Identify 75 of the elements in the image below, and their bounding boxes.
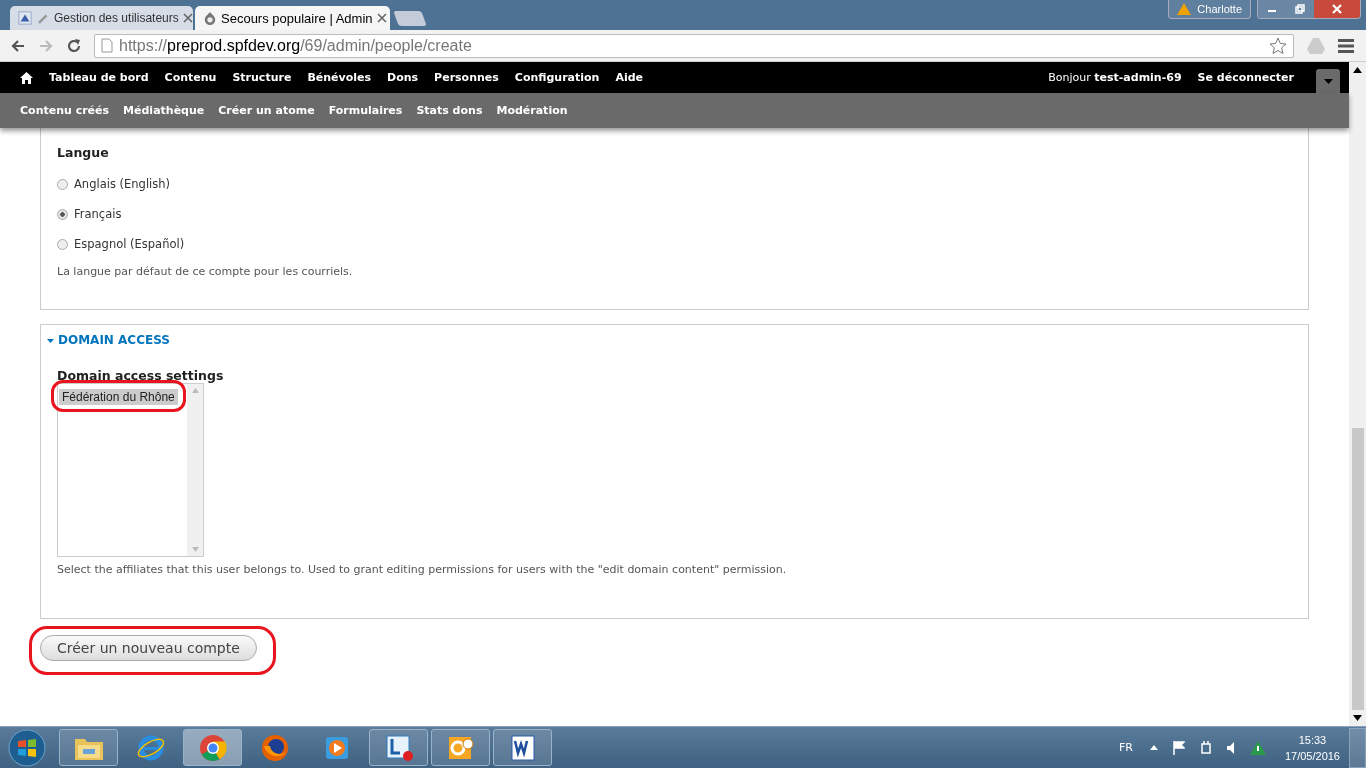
greeting-text: Bonjour test-admin-69: [1048, 71, 1182, 84]
caret-icon: [47, 336, 54, 344]
star-icon[interactable]: [1269, 36, 1287, 55]
scrollbar[interactable]: [1349, 62, 1366, 726]
menu-link[interactable]: Tableau de bord: [49, 71, 149, 84]
create-account-button[interactable]: Créer un nouveau compte: [40, 635, 257, 661]
menu-link[interactable]: Configuration: [514, 71, 600, 84]
shortcut-link[interactable]: Créer un atome: [218, 104, 315, 117]
chat-app-icon: [383, 733, 414, 762]
shortcut-link[interactable]: Médiathèque: [123, 104, 205, 117]
tab-title: Gestion des utilisateurs: [54, 11, 179, 25]
close-button[interactable]: [1314, 0, 1360, 18]
restore-icon: [1295, 4, 1305, 14]
menu-link[interactable]: Bénévoles: [307, 71, 372, 84]
radio-label[interactable]: Anglais (English): [74, 177, 171, 191]
address-field[interactable]: https://preprod.spfdev.org/69/admin/people/create: [94, 33, 1294, 58]
tab-title: Secours populaire | Admin: [221, 10, 373, 26]
logout-link[interactable]: Se déconnecter: [1197, 71, 1294, 84]
power-plug-icon[interactable]: [1199, 740, 1212, 755]
start-button[interactable]: [8, 728, 46, 767]
menu-link[interactable]: Contenu: [164, 71, 217, 84]
reload-icon[interactable]: [66, 37, 82, 54]
radio-label[interactable]: Espagnol (Español): [74, 237, 185, 251]
browser-tab[interactable]: Secours populaire | Admin: [195, 6, 390, 30]
play-icon: [323, 734, 350, 761]
taskbar-button[interactable]: [493, 729, 552, 766]
browser-icon: [198, 733, 227, 762]
field-label: Domain access settings: [57, 368, 225, 383]
shortcut-link[interactable]: Contenu créés: [20, 104, 110, 117]
flag-icon[interactable]: [1172, 740, 1185, 755]
shortcut-link[interactable]: Stats dons: [416, 104, 483, 117]
new-tab-button[interactable]: [393, 11, 427, 26]
menu-link[interactable]: Aide: [615, 71, 644, 84]
field-label: Langue: [57, 145, 110, 160]
list-option[interactable]: Fédération du Rhône: [59, 389, 178, 405]
menu-link[interactable]: Dons: [387, 71, 419, 84]
field-description: Select the affiliates that this user belongs to. Used to grant editing permissions for users with the "edit domain content" permission.: [57, 563, 788, 576]
close-icon[interactable]: [182, 13, 193, 23]
menu-icon[interactable]: [1338, 38, 1354, 53]
shortcuts-toggle[interactable]: [1316, 69, 1340, 93]
restore-button[interactable]: [1286, 0, 1314, 18]
caret-icon: [1323, 78, 1333, 84]
drive-warning-icon[interactable]: [1249, 740, 1266, 755]
speaker-icon[interactable]: [1226, 740, 1235, 755]
field-description: La langue par défaut de ce compte pour les courriels.: [57, 265, 354, 278]
shortcut-link[interactable]: Formulaires: [328, 104, 403, 117]
language-indicator[interactable]: FR: [1118, 741, 1133, 754]
taskbar-button[interactable]: [431, 729, 490, 766]
minimize-button[interactable]: [1258, 0, 1286, 18]
radio-button[interactable]: [57, 208, 68, 220]
fieldset-toggle[interactable]: DOMAIN ACCESS: [47, 333, 1292, 347]
drop-icon: [203, 11, 217, 25]
browser-tab[interactable]: Gestion des utilisateurs: [10, 6, 193, 30]
up-arrow-icon[interactable]: [1353, 67, 1362, 73]
taskbar-button[interactable]: [59, 729, 118, 766]
close-icon: [1331, 4, 1343, 14]
home-icon[interactable]: [20, 71, 33, 84]
menu-link[interactable]: Personnes: [434, 71, 499, 84]
browser-icon: [135, 733, 166, 762]
back-icon[interactable]: [10, 37, 26, 54]
shortcut-link[interactable]: Modération: [496, 104, 568, 117]
caret-icon[interactable]: [1149, 745, 1158, 750]
menu-link[interactable]: Structure: [232, 71, 292, 84]
page-icon: [101, 38, 113, 53]
radio-button[interactable]: [57, 238, 68, 250]
down-arrow-icon[interactable]: [1353, 715, 1362, 721]
profile-button[interactable]: Charlotte: [1168, 0, 1251, 19]
warning-icon: [1177, 3, 1192, 15]
site-icon: [18, 11, 32, 25]
radio-label[interactable]: Français: [74, 207, 122, 221]
radio-button[interactable]: [57, 178, 68, 190]
close-icon[interactable]: [376, 13, 387, 23]
clock[interactable]: 15:33 17/05/2016: [1284, 733, 1340, 762]
taskbar-button[interactable]: [369, 729, 428, 766]
browser-icon: [260, 733, 289, 762]
